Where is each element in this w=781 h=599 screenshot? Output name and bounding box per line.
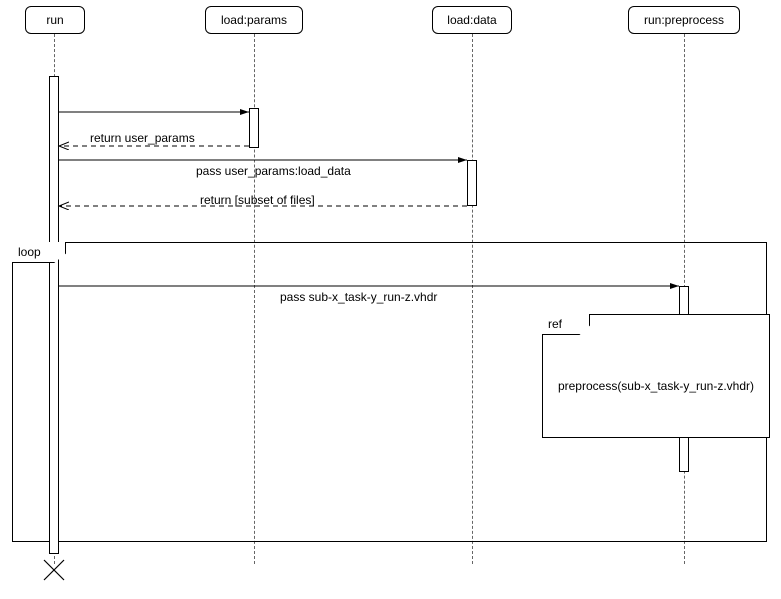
participant-run-preprocess: run:preprocess: [628, 6, 740, 34]
msg-pass-load-data: pass user_params:load_data: [196, 164, 351, 178]
ref-text: preprocess(sub-x_task-y_run-z.vhdr): [543, 379, 769, 393]
ref-label: ref: [542, 314, 590, 335]
loop-label: loop: [12, 242, 66, 263]
msg-return-subset: return [subset of files]: [200, 193, 315, 207]
activation-run: [49, 76, 59, 554]
msg-return-user-params: return user_params: [90, 131, 195, 145]
participant-load-params: load:params: [205, 6, 303, 34]
activation-load-params: [249, 108, 259, 148]
participant-load-data: load:data: [432, 6, 512, 34]
msg-pass-vhdr: pass sub-x_task-y_run-z.vhdr: [280, 290, 437, 304]
participant-run: run: [25, 6, 85, 34]
activation-load-data: [467, 160, 477, 206]
